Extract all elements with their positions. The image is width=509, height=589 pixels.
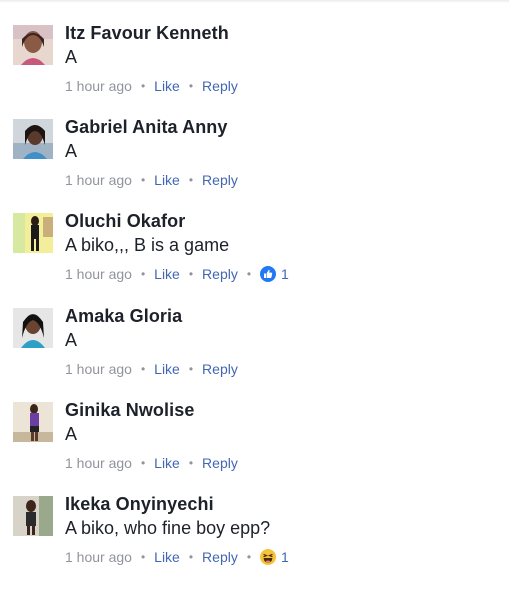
comment-author[interactable]: Oluchi Okafor bbox=[65, 211, 185, 232]
reply-button[interactable]: Reply bbox=[202, 78, 238, 94]
avatar[interactable] bbox=[13, 25, 53, 65]
comment-time[interactable]: 1 hour ago bbox=[65, 78, 132, 94]
avatar[interactable] bbox=[13, 213, 53, 253]
comment-author[interactable]: Gabriel Anita Anny bbox=[65, 117, 228, 138]
comment-time[interactable]: 1 hour ago bbox=[65, 266, 132, 282]
reply-button[interactable]: Reply bbox=[202, 549, 238, 565]
separator-dot: • bbox=[246, 550, 252, 564]
avatar[interactable] bbox=[13, 402, 53, 442]
comment-item: Gabriel Anita Anny A 1 hour ago • Like •… bbox=[0, 117, 509, 213]
comment-author[interactable]: Ginika Nwolise bbox=[65, 400, 194, 421]
comment-text: A bbox=[65, 47, 78, 67]
separator-dot: • bbox=[246, 267, 252, 281]
comment-author[interactable]: Amaka Gloria bbox=[65, 306, 182, 327]
comment-text: A biko, who fine boy epp? bbox=[65, 518, 271, 538]
like-button[interactable]: Like bbox=[154, 172, 180, 188]
separator-dot: • bbox=[188, 79, 194, 93]
comment-meta: 1 hour ago • Like • Reply bbox=[65, 170, 238, 190]
separator-dot: • bbox=[140, 79, 146, 93]
comment-meta: 1 hour ago • Like • Reply bbox=[65, 453, 238, 473]
separator-dot: • bbox=[188, 173, 194, 187]
comment-text: A biko,,, B is a game bbox=[65, 235, 230, 255]
comment-item: Itz Favour Kenneth A 1 hour ago • Like •… bbox=[0, 23, 509, 119]
comment-time[interactable]: 1 hour ago bbox=[65, 549, 132, 565]
comment-meta: 1 hour ago • Like • Reply • 1 bbox=[65, 264, 289, 284]
like-button[interactable]: Like bbox=[154, 361, 180, 377]
comment-text: A bbox=[65, 330, 78, 350]
comment-time[interactable]: 1 hour ago bbox=[65, 361, 132, 377]
reaction-count: 1 bbox=[281, 549, 289, 565]
comment-meta: 1 hour ago • Like • Reply • 1 bbox=[65, 547, 289, 567]
like-button[interactable]: Like bbox=[154, 266, 180, 282]
separator-dot: • bbox=[140, 267, 146, 281]
comment-time[interactable]: 1 hour ago bbox=[65, 172, 132, 188]
separator-dot: • bbox=[140, 550, 146, 564]
comment-item: Oluchi Okafor A biko,,, B is a game 1 ho… bbox=[0, 211, 509, 307]
like-button[interactable]: Like bbox=[154, 78, 180, 94]
comment-meta: 1 hour ago • Like • Reply bbox=[65, 359, 238, 379]
comment-item: Ginika Nwolise A 1 hour ago • Like • Rep… bbox=[0, 400, 509, 496]
comment-meta: 1 hour ago • Like • Reply bbox=[65, 76, 238, 96]
separator-dot: • bbox=[140, 173, 146, 187]
separator-dot: • bbox=[140, 456, 146, 470]
reply-button[interactable]: Reply bbox=[202, 361, 238, 377]
comment-text: A bbox=[65, 424, 78, 444]
avatar[interactable] bbox=[13, 308, 53, 348]
avatar[interactable] bbox=[13, 496, 53, 536]
top-divider bbox=[0, 0, 509, 3]
separator-dot: • bbox=[188, 456, 194, 470]
reply-button[interactable]: Reply bbox=[202, 455, 238, 471]
separator-dot: • bbox=[188, 362, 194, 376]
comment-item: Amaka Gloria A 1 hour ago • Like • Reply bbox=[0, 306, 509, 402]
separator-dot: • bbox=[188, 550, 194, 564]
reaction-summary[interactable]: 1 bbox=[260, 549, 289, 565]
comment-time[interactable]: 1 hour ago bbox=[65, 455, 132, 471]
separator-dot: • bbox=[140, 362, 146, 376]
separator-dot: • bbox=[188, 267, 194, 281]
reaction-count: 1 bbox=[281, 266, 289, 282]
comment-author[interactable]: Ikeka Onyinyechi bbox=[65, 494, 214, 515]
comments-page: Itz Favour Kenneth A 1 hour ago • Like •… bbox=[0, 0, 509, 589]
like-reaction-icon bbox=[260, 266, 277, 282]
comment-author[interactable]: Itz Favour Kenneth bbox=[65, 23, 229, 44]
comment-item: Ikeka Onyinyechi A biko, who fine boy ep… bbox=[0, 494, 509, 589]
haha-reaction-icon bbox=[260, 549, 277, 565]
reaction-summary[interactable]: 1 bbox=[260, 266, 289, 282]
reply-button[interactable]: Reply bbox=[202, 172, 238, 188]
like-button[interactable]: Like bbox=[154, 455, 180, 471]
like-button[interactable]: Like bbox=[154, 549, 180, 565]
comment-text: A bbox=[65, 141, 78, 161]
reply-button[interactable]: Reply bbox=[202, 266, 238, 282]
avatar[interactable] bbox=[13, 119, 53, 159]
